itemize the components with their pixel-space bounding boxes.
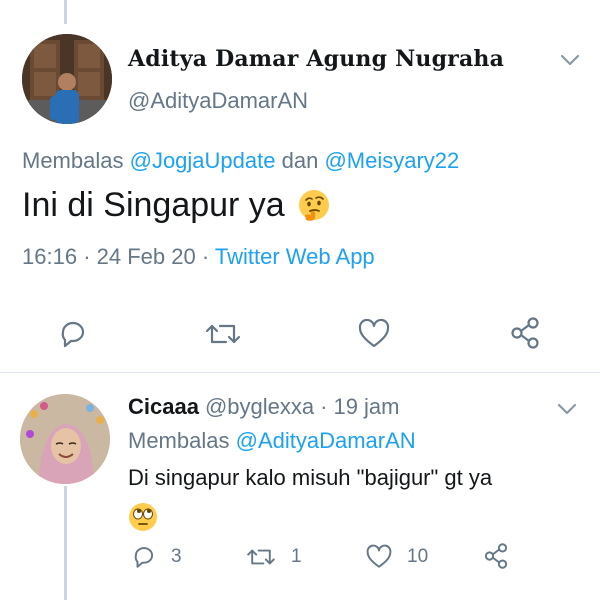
mention-link[interactable]: @Meisyary22 [324,148,459,173]
avatar[interactable] [22,34,112,124]
thread-line-bottom [64,486,67,600]
tweet-time[interactable]: 19 jam [333,394,399,420]
tweet-time[interactable]: 16:16 [22,244,77,269]
share-button[interactable] [483,542,509,570]
mention-link[interactable]: @JogjaUpdate [130,148,276,173]
replying-to: Membalas @AdityaDamarAN [128,428,416,454]
display-name[interactable]: Aditya Damar Agung Nugraha [128,46,504,72]
reply-prefix: Membalas [128,428,230,453]
like-icon [366,544,392,568]
share-icon [511,317,539,349]
reply-count: 3 [171,546,182,567]
retweet-button[interactable]: 1 [245,544,302,570]
retweet-count: 1 [291,546,302,567]
meta-separator: · [320,394,328,419]
share-button[interactable] [509,316,541,350]
avatar[interactable] [20,394,110,484]
reply-prefix: Membalas [22,148,124,173]
like-button[interactable]: 10 [365,544,428,570]
retweet-button[interactable] [203,318,243,350]
handle[interactable]: @byglexxa [205,394,314,420]
replying-to: Membalas @JogjaUpdate dan @Meisyary22 [22,148,459,174]
thinking-face-emoji-icon [298,189,329,221]
reply-icon [134,547,154,568]
handle[interactable]: @AdityaDamarAN [128,88,308,114]
share-icon [484,543,508,569]
like-icon [358,318,390,348]
tweet-meta: 16:16 · 24 Feb 20 · Twitter Web App [22,244,375,270]
retweet-icon [247,549,275,565]
reply-header: Cicaaa @byglexxa · 19 jam [128,394,400,420]
rolling-eyes-emoji-icon [129,503,157,531]
tweet-text: Ini di Singapur ya [22,186,331,225]
display-name[interactable]: Cicaaa [128,394,199,420]
mention-link[interactable]: @AdityaDamarAN [236,428,416,453]
divider [0,372,600,373]
reply-and: dan [281,148,319,173]
chevron-down-icon[interactable] [559,53,581,67]
chevron-down-icon[interactable] [556,402,578,416]
tweet-source[interactable]: Twitter Web App [215,244,375,269]
retweet-icon [205,324,241,344]
meta-separator: · [83,244,91,269]
tweet-body: Ini di Singapur ya [22,186,285,224]
like-button[interactable] [357,318,391,350]
reply-button[interactable]: 3 [131,544,182,570]
tweet-body: Di singapur kalo misuh "bajigur" gt ya [128,465,493,490]
meta-separator: · [201,244,210,269]
like-count: 10 [407,546,429,567]
tweet-date[interactable]: 24 Feb 20 [97,244,196,269]
reply-button[interactable] [57,318,89,350]
reply-icon [61,321,85,348]
thread-line-top [64,0,67,24]
